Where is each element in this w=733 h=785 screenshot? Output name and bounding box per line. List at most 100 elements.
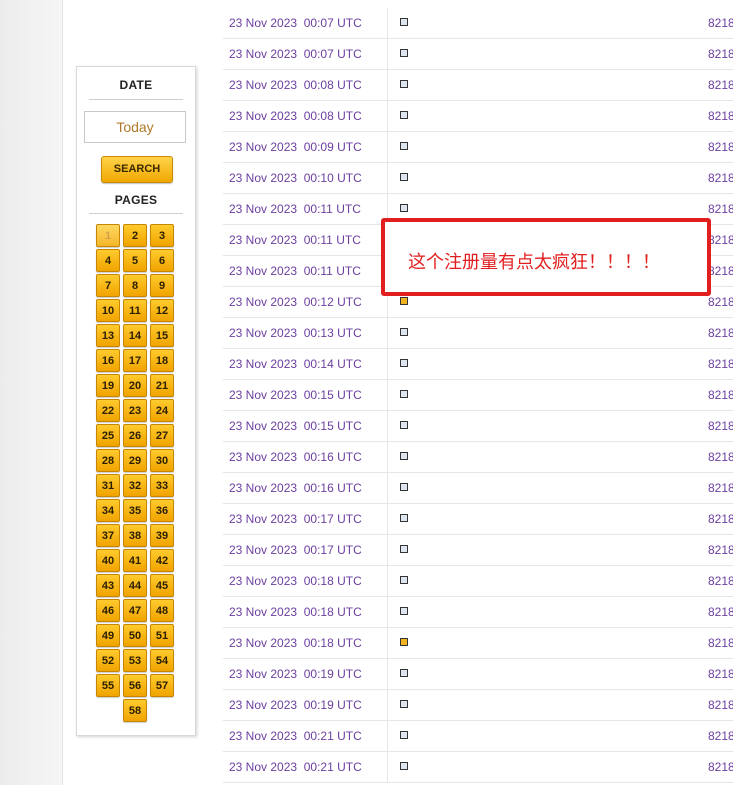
- row-date-link[interactable]: 23 Nov 2023 00:21 UTC: [229, 752, 362, 782]
- row-number-link[interactable]: 8218: [708, 163, 733, 193]
- row-number-link[interactable]: 8218: [708, 101, 733, 131]
- row-number-link[interactable]: 8218: [708, 721, 733, 751]
- row-number-link[interactable]: 8218: [708, 318, 733, 348]
- row-number-link[interactable]: 8218: [708, 597, 733, 627]
- row-date-link[interactable]: 23 Nov 2023 00:18 UTC: [229, 566, 362, 596]
- page-button-35[interactable]: 35: [123, 499, 147, 522]
- page-button-9[interactable]: 9: [150, 274, 174, 297]
- page-button-17[interactable]: 17: [123, 349, 147, 372]
- row-date-link[interactable]: 23 Nov 2023 00:11 UTC: [229, 256, 361, 286]
- row-date-link[interactable]: 23 Nov 2023 00:08 UTC: [229, 70, 362, 100]
- page-button-45[interactable]: 45: [150, 574, 174, 597]
- page-button-27[interactable]: 27: [150, 424, 174, 447]
- page-button-7[interactable]: 7: [96, 274, 120, 297]
- row-date-link[interactable]: 23 Nov 2023 00:09 UTC: [229, 132, 362, 162]
- page-button-30[interactable]: 30: [150, 449, 174, 472]
- page-button-28[interactable]: 28: [96, 449, 120, 472]
- page-button-6[interactable]: 6: [150, 249, 174, 272]
- page-button-54[interactable]: 54: [150, 649, 174, 672]
- page-button-26[interactable]: 26: [123, 424, 147, 447]
- page-button-25[interactable]: 25: [96, 424, 120, 447]
- row-date-link[interactable]: 23 Nov 2023 00:17 UTC: [229, 535, 362, 565]
- row-number-link[interactable]: 8218: [708, 473, 733, 503]
- page-button-43[interactable]: 43: [96, 574, 120, 597]
- row-date-link[interactable]: 23 Nov 2023 00:14 UTC: [229, 349, 362, 379]
- page-button-38[interactable]: 38: [123, 524, 147, 547]
- row-number-link[interactable]: 8218: [708, 39, 733, 69]
- row-date-link[interactable]: 23 Nov 2023 00:18 UTC: [229, 597, 362, 627]
- page-button-15[interactable]: 15: [150, 324, 174, 347]
- page-button-37[interactable]: 37: [96, 524, 120, 547]
- row-number-link[interactable]: 8218: [708, 349, 733, 379]
- page-button-8[interactable]: 8: [123, 274, 147, 297]
- row-date-link[interactable]: 23 Nov 2023 00:17 UTC: [229, 504, 362, 534]
- page-button-51[interactable]: 51: [150, 624, 174, 647]
- row-number-link[interactable]: 8218: [708, 411, 733, 441]
- row-number-link[interactable]: 8218: [708, 287, 733, 317]
- date-input[interactable]: [84, 111, 186, 143]
- row-number-link[interactable]: 8218: [708, 504, 733, 534]
- page-button-4[interactable]: 4: [96, 249, 120, 272]
- row-date-link[interactable]: 23 Nov 2023 00:15 UTC: [229, 411, 362, 441]
- page-button-21[interactable]: 21: [150, 374, 174, 397]
- page-button-34[interactable]: 34: [96, 499, 120, 522]
- row-date-link[interactable]: 23 Nov 2023 00:07 UTC: [229, 39, 362, 69]
- page-button-44[interactable]: 44: [123, 574, 147, 597]
- row-date-link[interactable]: 23 Nov 2023 00:21 UTC: [229, 721, 362, 751]
- page-button-47[interactable]: 47: [123, 599, 147, 622]
- row-number-link[interactable]: 8218: [708, 194, 733, 224]
- page-button-18[interactable]: 18: [150, 349, 174, 372]
- row-date-link[interactable]: 23 Nov 2023 00:08 UTC: [229, 101, 362, 131]
- page-button-29[interactable]: 29: [123, 449, 147, 472]
- page-button-46[interactable]: 46: [96, 599, 120, 622]
- page-button-53[interactable]: 53: [123, 649, 147, 672]
- page-button-1[interactable]: 1: [96, 224, 120, 247]
- page-button-52[interactable]: 52: [96, 649, 120, 672]
- row-date-link[interactable]: 23 Nov 2023 00:18 UTC: [229, 628, 362, 658]
- row-date-link[interactable]: 23 Nov 2023 00:13 UTC: [229, 318, 362, 348]
- row-number-link[interactable]: 8218: [708, 256, 733, 286]
- row-date-link[interactable]: 23 Nov 2023 00:07 UTC: [229, 8, 362, 38]
- page-button-19[interactable]: 19: [96, 374, 120, 397]
- page-button-24[interactable]: 24: [150, 399, 174, 422]
- page-button-39[interactable]: 39: [150, 524, 174, 547]
- row-date-link[interactable]: 23 Nov 2023 00:12 UTC: [229, 287, 362, 317]
- row-number-link[interactable]: 8218: [708, 70, 733, 100]
- row-number-link[interactable]: 8218: [708, 380, 733, 410]
- row-date-link[interactable]: 23 Nov 2023 00:15 UTC: [229, 380, 362, 410]
- page-button-22[interactable]: 22: [96, 399, 120, 422]
- page-button-40[interactable]: 40: [96, 549, 120, 572]
- page-button-32[interactable]: 32: [123, 474, 147, 497]
- page-button-5[interactable]: 5: [123, 249, 147, 272]
- page-button-56[interactable]: 56: [123, 674, 147, 697]
- page-button-20[interactable]: 20: [123, 374, 147, 397]
- row-number-link[interactable]: 8218: [708, 752, 733, 782]
- page-button-50[interactable]: 50: [123, 624, 147, 647]
- page-button-23[interactable]: 23: [123, 399, 147, 422]
- row-date-link[interactable]: 23 Nov 2023 00:10 UTC: [229, 163, 362, 193]
- page-button-55[interactable]: 55: [96, 674, 120, 697]
- page-button-11[interactable]: 11: [123, 299, 147, 322]
- row-date-link[interactable]: 23 Nov 2023 00:16 UTC: [229, 473, 362, 503]
- row-date-link[interactable]: 23 Nov 2023 00:11 UTC: [229, 194, 361, 224]
- row-date-link[interactable]: 23 Nov 2023 00:16 UTC: [229, 442, 362, 472]
- row-number-link[interactable]: 8218: [708, 132, 733, 162]
- page-button-12[interactable]: 12: [150, 299, 174, 322]
- page-button-36[interactable]: 36: [150, 499, 174, 522]
- page-button-57[interactable]: 57: [150, 674, 174, 697]
- row-date-link[interactable]: 23 Nov 2023 00:19 UTC: [229, 690, 362, 720]
- row-number-link[interactable]: 8218: [708, 690, 733, 720]
- row-number-link[interactable]: 8218: [708, 659, 733, 689]
- page-button-2[interactable]: 2: [123, 224, 147, 247]
- page-button-14[interactable]: 14: [123, 324, 147, 347]
- page-button-49[interactable]: 49: [96, 624, 120, 647]
- row-number-link[interactable]: 8218: [708, 566, 733, 596]
- page-button-3[interactable]: 3: [150, 224, 174, 247]
- row-number-link[interactable]: 8218: [708, 8, 733, 38]
- page-button-31[interactable]: 31: [96, 474, 120, 497]
- row-number-link[interactable]: 8218: [708, 442, 733, 472]
- page-button-58[interactable]: 58: [123, 699, 147, 722]
- row-number-link[interactable]: 8218: [708, 225, 733, 255]
- row-date-link[interactable]: 23 Nov 2023 00:19 UTC: [229, 659, 362, 689]
- page-button-41[interactable]: 41: [123, 549, 147, 572]
